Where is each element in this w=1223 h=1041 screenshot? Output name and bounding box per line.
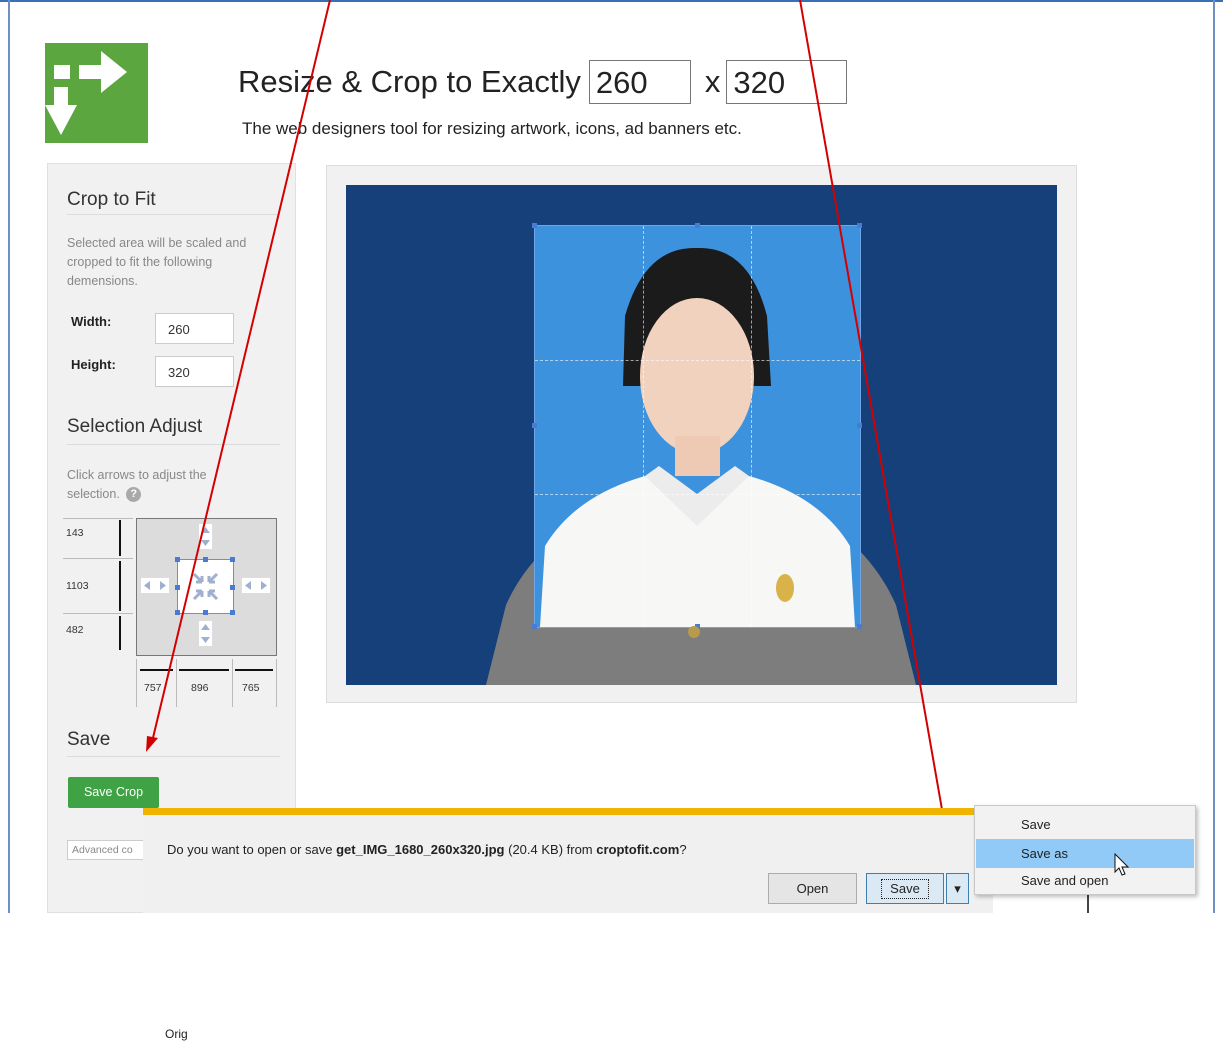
prompt-prefix: Do you want to open or save (167, 842, 337, 857)
download-site: croptofit.com (596, 842, 680, 857)
chevron-down-icon: ▾ (954, 881, 961, 896)
mouse-pointer-icon (1114, 853, 1130, 876)
download-size: (20.4 KB) from (504, 842, 597, 857)
annotation-arrows (146, 0, 953, 848)
save-options-menu: Save Save as Save and open (974, 805, 1196, 895)
save-button-label: Save (881, 879, 929, 899)
original-label: Orig (165, 1027, 188, 1041)
download-prompt: Do you want to open or save get_IMG_1680… (167, 842, 687, 857)
prompt-suffix: ? (679, 842, 687, 857)
save-dropdown-button[interactable]: ▾ (946, 873, 969, 904)
menu-item-save[interactable]: Save (976, 810, 1194, 839)
open-button[interactable]: Open (768, 873, 857, 904)
menu-item-save-as[interactable]: Save as (976, 839, 1194, 868)
arrow-head-icon (146, 736, 158, 752)
download-notification-bar: Do you want to open or save get_IMG_1680… (143, 808, 993, 913)
menu-item-save-and-open[interactable]: Save and open (976, 866, 1194, 895)
download-filename: get_IMG_1680_260x320.jpg (336, 842, 505, 857)
divider (1087, 895, 1089, 913)
save-button[interactable]: Save (866, 873, 944, 904)
